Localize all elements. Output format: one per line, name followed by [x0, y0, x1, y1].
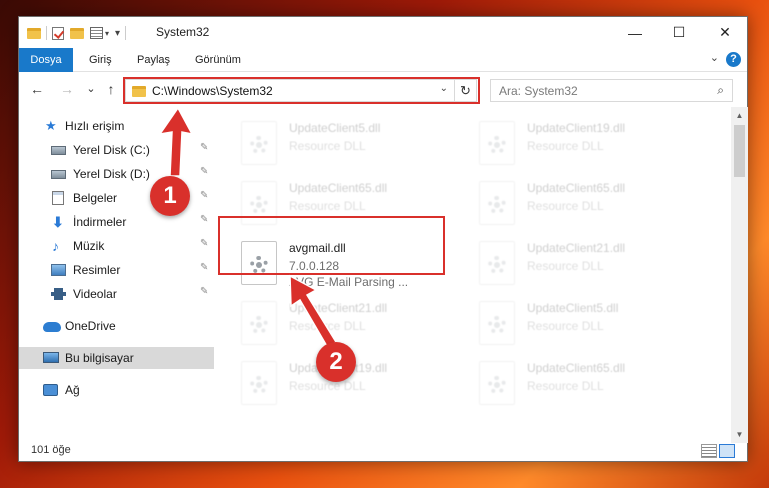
step-1-badge: 1: [150, 176, 190, 216]
arrow-2-icon: [289, 274, 337, 350]
arrow-1-icon: [158, 106, 194, 177]
step-2-badge: 2: [316, 342, 356, 382]
annotation-arrows: [158, 106, 337, 350]
